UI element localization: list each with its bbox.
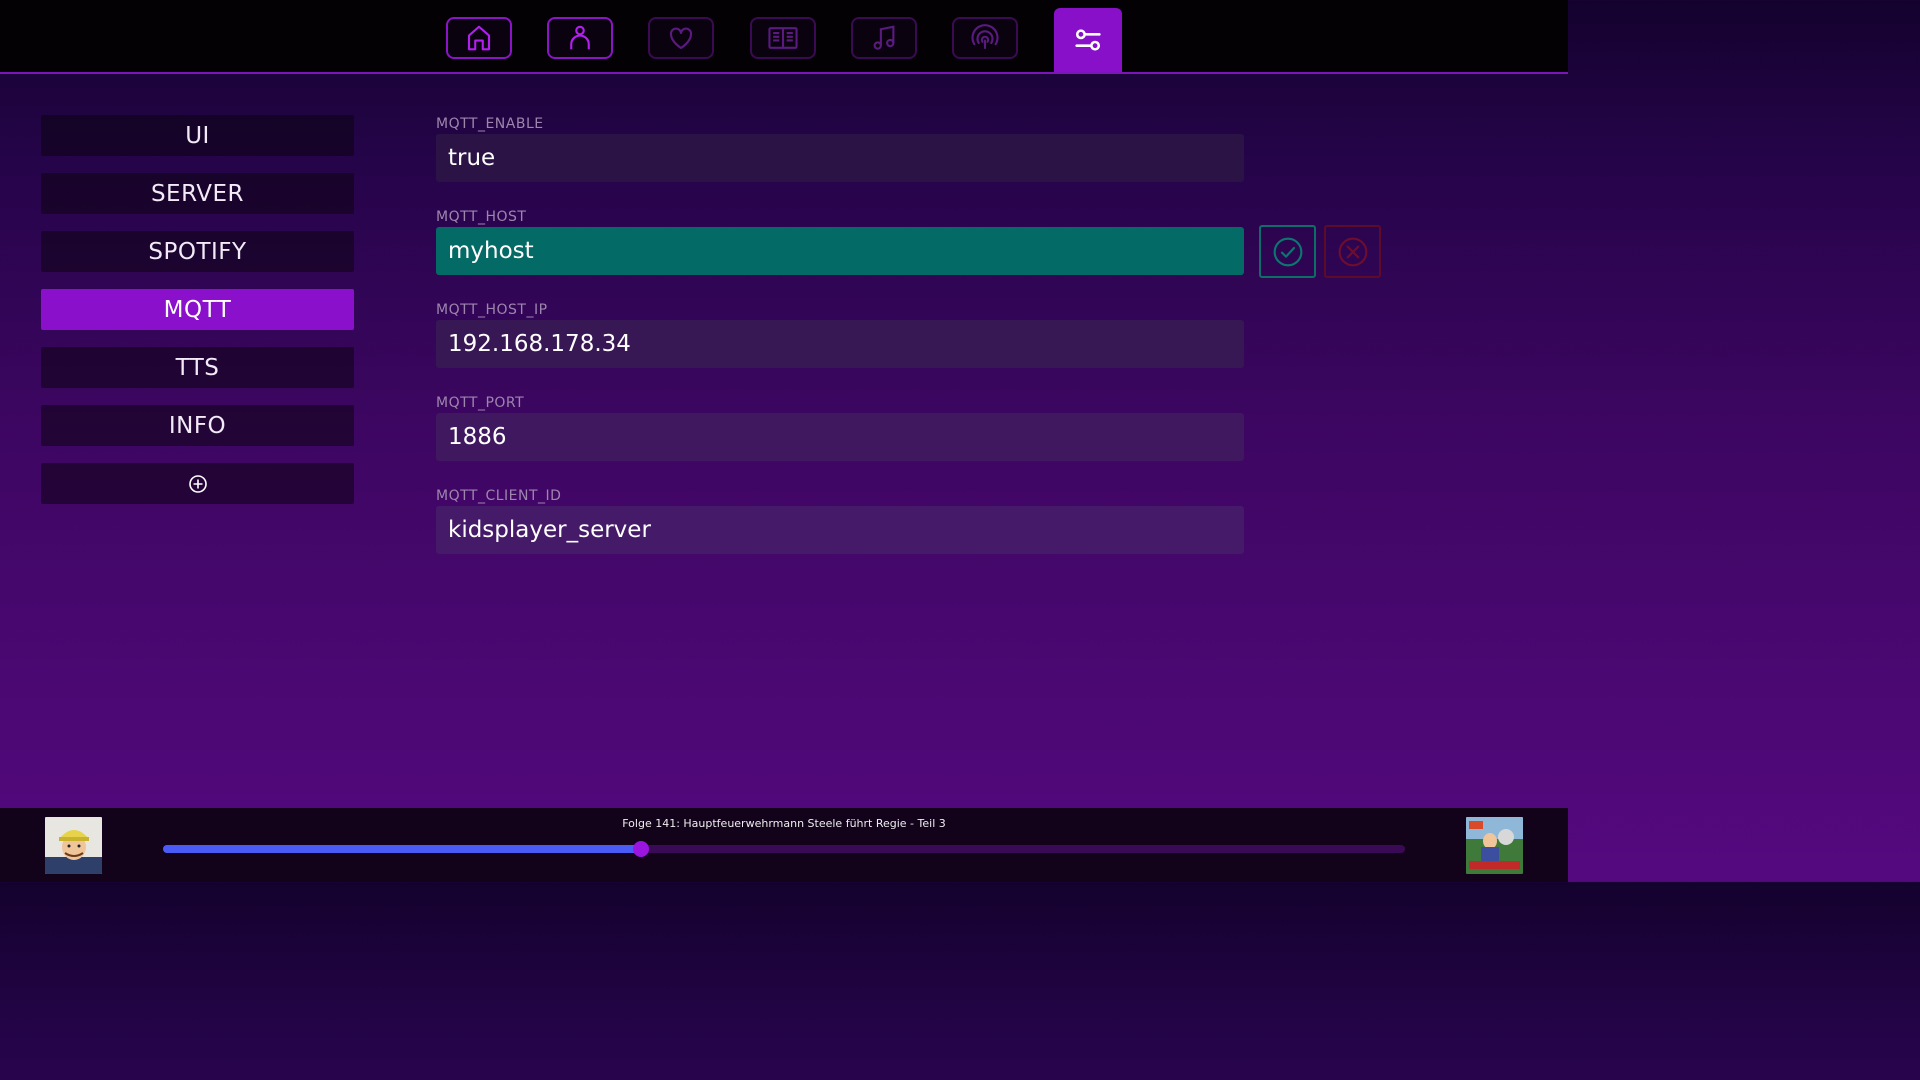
sidebar-item-label: TTS — [175, 354, 220, 381]
cancel-button[interactable] — [1324, 225, 1381, 278]
confirm-button[interactable] — [1259, 225, 1316, 278]
person-icon — [570, 25, 590, 50]
heart-icon — [669, 27, 693, 50]
tab-audiobooks[interactable] — [750, 17, 816, 59]
mqtt-client-id-label: MQTT_CLIENT_ID — [436, 488, 562, 504]
sidebar-item-info[interactable]: INFO — [41, 405, 354, 446]
next-cover[interactable] — [1466, 817, 1523, 874]
sidebar-item-label: UI — [185, 122, 210, 149]
sidebar-item-spotify[interactable]: SPOTIFY — [41, 231, 354, 272]
x-circle-icon — [1338, 237, 1367, 266]
mqtt-host-field[interactable]: myhost — [436, 227, 1244, 275]
mqtt-client-id-field[interactable]: kidsplayer_server — [436, 506, 1244, 554]
sidebar-item-label: SPOTIFY — [148, 238, 247, 265]
sidebar-item-mqtt[interactable]: MQTT — [41, 289, 354, 330]
podcast-icon — [971, 24, 999, 50]
tab-settings[interactable] — [1054, 8, 1122, 72]
mqtt-enable-label: MQTT_ENABLE — [436, 116, 544, 132]
sidebar-item-server[interactable]: SERVER — [41, 173, 354, 214]
tab-music[interactable] — [851, 17, 917, 59]
sidebar-add-button[interactable] — [41, 463, 354, 504]
progress-knob[interactable] — [633, 841, 650, 857]
settings-sliders-icon — [1075, 29, 1101, 51]
check-circle-icon — [1273, 237, 1302, 266]
add-circle-icon — [188, 474, 207, 493]
mqtt-enable-field[interactable]: true — [436, 134, 1244, 182]
now-playing-cover[interactable] — [45, 817, 102, 874]
tab-home[interactable] — [446, 17, 512, 59]
tab-favorites[interactable] — [648, 17, 714, 59]
track-title: Folge 141: Hauptfeuerwehrmann Steele füh… — [622, 817, 946, 830]
sidebar-item-label: SERVER — [150, 180, 245, 207]
episode-cover-art — [1466, 817, 1523, 874]
mqtt-host-ip-label: MQTT_HOST_IP — [436, 302, 548, 318]
mqtt-host-label: MQTT_HOST — [436, 209, 527, 225]
mqtt-port-field[interactable]: 1886 — [436, 413, 1244, 461]
top-nav-bar — [0, 0, 1568, 74]
home-icon — [467, 25, 491, 51]
sidebar-item-tts[interactable]: TTS — [41, 347, 354, 388]
mqtt-host-ip-field[interactable]: 192.168.178.34 — [436, 320, 1244, 368]
fireman-cover-art — [45, 817, 102, 874]
player-bar: Folge 141: Hauptfeuerwehrmann Steele füh… — [0, 808, 1568, 882]
mqtt-port-label: MQTT_PORT — [436, 395, 525, 411]
music-icon — [873, 25, 895, 50]
tab-profile[interactable] — [547, 17, 613, 59]
sidebar-item-ui[interactable]: UI — [41, 115, 354, 156]
progress-bar[interactable] — [163, 841, 1405, 857]
sidebar-item-label: INFO — [168, 412, 227, 439]
book-icon — [768, 27, 798, 49]
sidebar-item-label: MQTT — [163, 296, 232, 323]
progress-fill — [163, 845, 642, 853]
tab-podcasts[interactable] — [952, 17, 1018, 59]
